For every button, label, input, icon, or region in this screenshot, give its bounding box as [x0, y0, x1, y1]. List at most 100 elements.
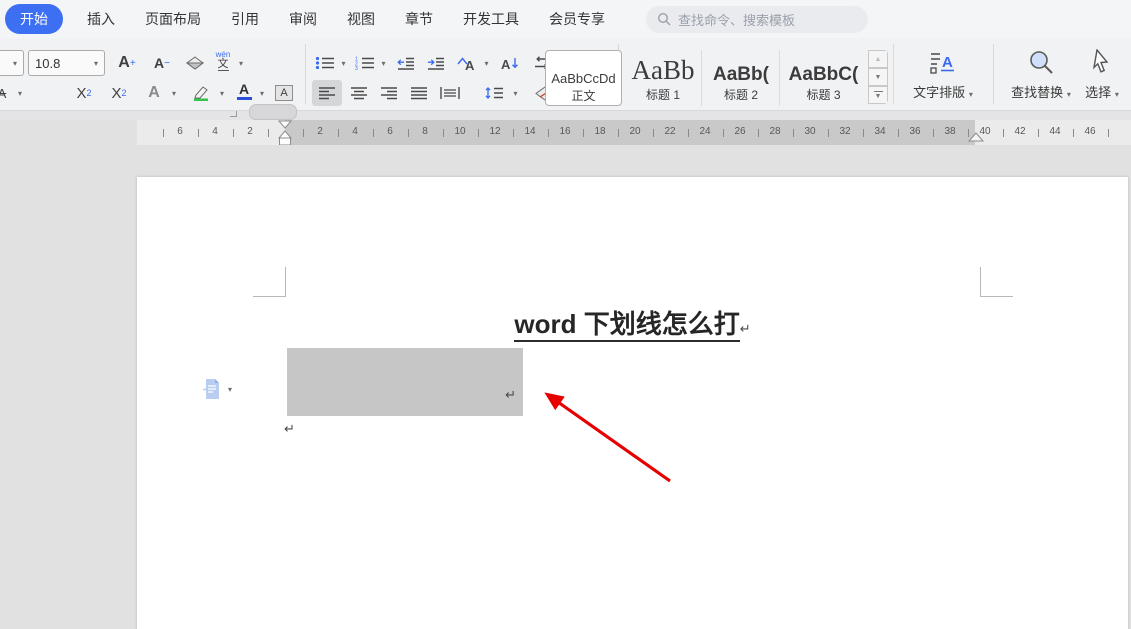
- character-scale-dropdown[interactable]: ▾: [481, 50, 492, 76]
- ruler-number: 28: [769, 126, 780, 137]
- ruler-number: 18: [594, 126, 605, 137]
- paragraph-tool-dropdown[interactable]: ▾: [228, 385, 232, 394]
- menu-bar: 开始 插入 页面布局 引用 审阅 视图 章节 开发工具 会员专享 查找命令、搜索…: [0, 0, 1131, 38]
- paragraph-layout-tool-icon[interactable]: [203, 378, 221, 400]
- tab-insert[interactable]: 插入: [87, 9, 115, 29]
- shrink-font-button[interactable]: A−: [147, 50, 177, 76]
- gallery-scroll-down-button[interactable]: ▼: [868, 68, 888, 86]
- strikethrough-dropdown[interactable]: ▾: [14, 80, 26, 106]
- justify-button[interactable]: [405, 80, 433, 106]
- document-workspace[interactable]: word 下划线怎么打↵ ↵ ↵ ▾: [0, 145, 1131, 629]
- style-normal[interactable]: AaBbCcDd 正文: [545, 50, 622, 106]
- paragraph-mark: ↵: [284, 421, 295, 437]
- select-tool[interactable]: 选择 ▾: [1072, 46, 1131, 104]
- increase-indent-icon: [427, 57, 445, 70]
- ruler-tick: [1073, 129, 1074, 137]
- tab-references[interactable]: 引用: [231, 9, 259, 29]
- group-divider: [993, 44, 994, 104]
- sort-icon: A: [501, 56, 520, 71]
- bullets-icon: [315, 56, 335, 70]
- tab-view[interactable]: 视图: [347, 9, 375, 29]
- ruler-number: 24: [699, 126, 710, 137]
- pinyin-guide-button[interactable]: wén 文: [211, 48, 235, 74]
- ruler-number: 8: [422, 126, 428, 137]
- align-left-button[interactable]: [312, 80, 342, 106]
- grow-font-button[interactable]: A+: [111, 50, 143, 76]
- ruler-number: 38: [944, 126, 955, 137]
- decrease-indent-button[interactable]: [392, 50, 420, 76]
- strikethrough-icon: A: [0, 86, 6, 101]
- bullets-dropdown[interactable]: ▾: [338, 50, 349, 76]
- tab-developer[interactable]: 开发工具: [463, 9, 519, 29]
- text-effects-button[interactable]: A: [140, 80, 168, 106]
- bullets-button[interactable]: [312, 50, 338, 76]
- document-title[interactable]: word 下划线怎么打↵: [285, 304, 980, 341]
- ribbon: ▾ 10.8 ▾ A+ A− wén 文 ▾ A ▾ X2 X2 A ▾: [0, 38, 1131, 110]
- ruler-number: 36: [909, 126, 920, 137]
- ruler-tick: [723, 129, 724, 137]
- strikethrough-button[interactable]: A: [0, 80, 12, 106]
- minus-mark: −: [164, 58, 170, 69]
- numbering-icon: 123: [355, 56, 375, 70]
- clear-format-button[interactable]: [180, 50, 210, 76]
- margin-corner-mark: [980, 296, 1013, 297]
- group-divider: [305, 44, 306, 104]
- red-annotation-arrow: [530, 382, 680, 492]
- font-name-combo[interactable]: ▾: [0, 50, 24, 76]
- ruler-tick: [303, 129, 304, 137]
- find-replace-icon: [1027, 49, 1055, 76]
- numbering-button[interactable]: 123: [352, 50, 378, 76]
- svg-text:A: A: [501, 57, 511, 71]
- style-heading3[interactable]: AaBbC( 标题 3: [781, 50, 866, 106]
- character-scale-icon: A: [456, 56, 476, 71]
- ruler-tick: [1108, 129, 1109, 137]
- text-layout-tool[interactable]: A 文字排版 ▾: [900, 46, 986, 104]
- font-color-dropdown[interactable]: ▾: [256, 80, 268, 106]
- dialog-launcher-icon[interactable]: [230, 111, 237, 117]
- character-scale-button[interactable]: A: [452, 50, 480, 76]
- ruler[interactable]: 6422468101214161820222426283032343638404…: [0, 120, 1131, 145]
- font-color-button[interactable]: A: [231, 78, 257, 104]
- tab-page-layout[interactable]: 页面布局: [145, 9, 201, 29]
- group-divider: [893, 44, 894, 104]
- line-spacing-button[interactable]: [478, 80, 510, 106]
- ruler-tick: [653, 129, 654, 137]
- margin-corner-mark: [285, 267, 286, 296]
- subscript-icon: X: [111, 85, 121, 102]
- gallery-more-button[interactable]: ▼: [868, 86, 888, 104]
- highlight-button[interactable]: [186, 80, 216, 106]
- tab-membership[interactable]: 会员专享: [549, 9, 605, 29]
- eraser-icon: [186, 56, 204, 70]
- increase-indent-button[interactable]: [422, 50, 450, 76]
- pinyin-dropdown[interactable]: ▾: [235, 50, 247, 76]
- style-heading2[interactable]: AaBb( 标题 2: [703, 50, 780, 106]
- ruler-number: 20: [629, 126, 640, 137]
- ruler-number: 44: [1049, 126, 1060, 137]
- align-right-button[interactable]: [375, 80, 403, 106]
- margin-corner-mark: [980, 267, 981, 296]
- align-center-button[interactable]: [345, 80, 373, 106]
- highlight-dropdown[interactable]: ▾: [216, 80, 228, 106]
- numbering-dropdown[interactable]: ▾: [378, 50, 389, 76]
- subscript-button[interactable]: X2: [103, 80, 135, 106]
- command-search-input[interactable]: 查找命令、搜索模板: [646, 6, 868, 33]
- character-border-icon: A: [275, 85, 292, 101]
- ruler-tick: [198, 129, 199, 137]
- font-size-combo[interactable]: 10.8 ▾: [28, 50, 105, 76]
- style-heading1[interactable]: AaBb 标题 1: [625, 50, 702, 106]
- distribute-button[interactable]: [435, 80, 465, 106]
- tab-review[interactable]: 审阅: [289, 9, 317, 29]
- text-effects-dropdown[interactable]: ▾: [168, 80, 180, 106]
- character-border-button[interactable]: A: [271, 80, 297, 106]
- superscript-button[interactable]: X2: [68, 80, 100, 106]
- shrink-font-icon: A: [154, 56, 164, 70]
- gallery-scroll-up-button[interactable]: ▲: [868, 50, 888, 68]
- svg-text:A: A: [942, 54, 953, 71]
- tab-home[interactable]: 开始: [5, 4, 63, 34]
- sort-button[interactable]: A: [495, 50, 525, 76]
- ruler-number: 4: [212, 126, 218, 137]
- ruler-tick: [688, 129, 689, 137]
- selected-blank-region[interactable]: ↵: [287, 348, 523, 416]
- tab-section[interactable]: 章节: [405, 9, 433, 29]
- line-spacing-dropdown[interactable]: ▾: [510, 80, 521, 106]
